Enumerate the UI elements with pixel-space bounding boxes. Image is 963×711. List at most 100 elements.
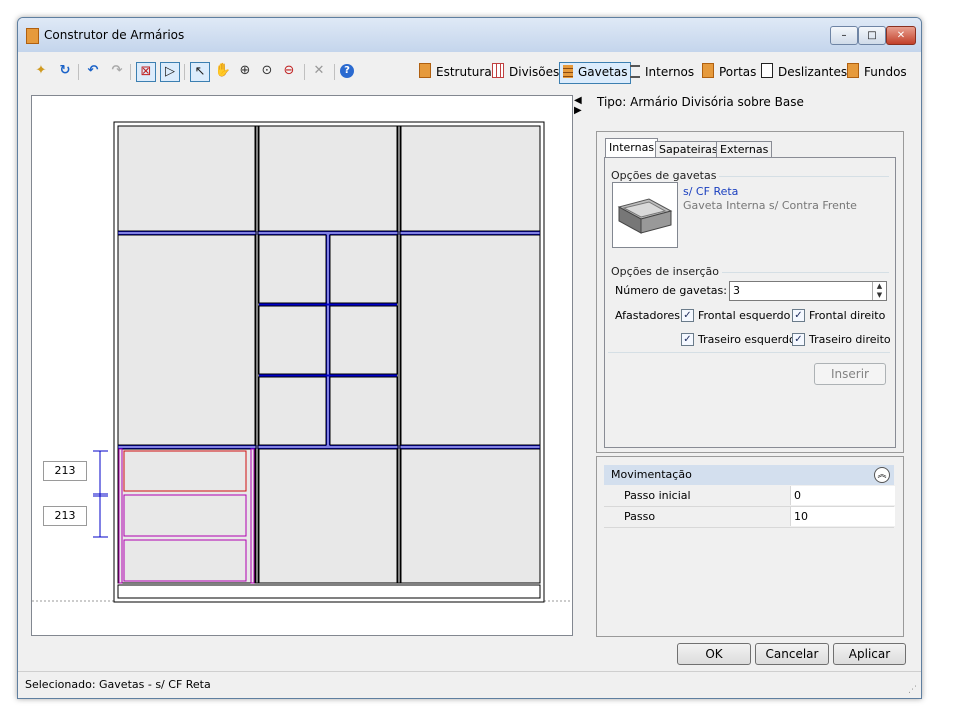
compartment xyxy=(329,305,398,375)
compartment xyxy=(329,234,398,304)
drawer-count-value: 3 xyxy=(733,284,740,297)
compartment xyxy=(400,234,541,446)
drawer-count-stepper[interactable]: 3 ▲ ▼ xyxy=(729,281,887,301)
front-right-label: Frontal direito xyxy=(809,309,886,322)
compartment xyxy=(258,234,327,304)
tab-content: Opções de gavetas s/ CF Reta Gaveta Inte… xyxy=(604,157,896,448)
toolbar-separator xyxy=(304,64,305,80)
compartment xyxy=(258,448,398,584)
ok-button[interactable]: OK xyxy=(677,643,751,665)
new-icon[interactable]: ✦ xyxy=(32,62,50,80)
redo-icon[interactable]: ↷ xyxy=(108,62,126,80)
passo-inicial-field[interactable]: 0 xyxy=(790,486,895,505)
drawer-count-label: Número de gavetas: xyxy=(615,284,727,297)
status-text: Selecionado: Gavetas - s/ CF Reta xyxy=(25,678,211,691)
mode-estrutura[interactable]: Estrutura xyxy=(416,62,495,82)
compartment xyxy=(258,305,327,375)
compartment xyxy=(400,125,541,232)
dimension-label[interactable]: 213 xyxy=(43,506,87,526)
expand-arrow-icon[interactable]: ◀ ▶ xyxy=(574,96,582,116)
zoom-in-icon[interactable]: ⊕ xyxy=(236,62,254,80)
main-window: Construtor de Armários – □ ✕ ✦ ↻ ↶ ↷ ⊠ ▷… xyxy=(17,17,922,699)
rear-left-label: Traseiro esquerdo xyxy=(698,333,796,346)
mode-portas[interactable]: Portas xyxy=(699,62,759,82)
compartment xyxy=(117,234,256,446)
compartment xyxy=(258,376,327,446)
zoom-out-icon[interactable]: ⊖ xyxy=(280,62,298,80)
resize-grip-icon[interactable]: ⋰ xyxy=(908,685,917,695)
divisions-icon xyxy=(492,63,504,78)
reset-icon[interactable]: ↻ xyxy=(56,62,74,80)
movimentacao-header[interactable]: Movimentação ︽ xyxy=(604,465,894,485)
delete-icon[interactable]: ✕ xyxy=(310,62,328,80)
passo-field[interactable]: 10 xyxy=(790,507,895,526)
drawer-selected xyxy=(123,450,247,492)
drawer-thumbnail[interactable] xyxy=(612,182,678,248)
cancel-button[interactable]: Cancelar xyxy=(755,643,829,665)
undo-icon[interactable]: ↶ xyxy=(84,62,102,80)
drawer xyxy=(123,494,247,537)
drawing-canvas[interactable]: 213 213 xyxy=(31,95,573,636)
front-right-checkbox[interactable]: ✓ xyxy=(792,309,805,322)
maximize-button[interactable]: □ xyxy=(858,26,886,45)
rear-left-checkbox[interactable]: ✓ xyxy=(681,333,694,346)
internals-icon xyxy=(630,65,640,78)
property-label: Passo xyxy=(624,510,656,523)
cabinet-base xyxy=(117,584,541,599)
pointer-icon[interactable]: ↖ xyxy=(190,62,210,82)
property-label: Passo inicial xyxy=(624,489,691,502)
spacers-label: Afastadores: xyxy=(615,309,684,322)
mode-label: Divisões xyxy=(509,65,560,79)
movimentacao-panel: Movimentação ︽ Passo inicial 0 Passo 10 xyxy=(596,456,904,637)
collapse-icon[interactable]: ︽ xyxy=(874,467,890,483)
spin-arrows-icon[interactable]: ▲ ▼ xyxy=(872,282,886,300)
cabinet-drawing xyxy=(32,121,572,603)
property-value: 0 xyxy=(794,489,801,502)
compartment xyxy=(117,125,256,232)
close-button[interactable]: ✕ xyxy=(886,26,916,45)
rear-right-label: Traseiro direito xyxy=(809,333,891,346)
tab-sapateiras[interactable]: Sapateiras xyxy=(655,141,722,158)
select-drawer-icon[interactable]: ⊠ xyxy=(136,62,156,82)
tab-internas[interactable]: Internas xyxy=(605,138,659,159)
apply-button[interactable]: Aplicar xyxy=(833,643,906,665)
toolbar-separator xyxy=(334,64,335,80)
mode-gavetas[interactable]: Gavetas xyxy=(559,62,632,84)
drawer xyxy=(123,539,247,582)
sliding-icon xyxy=(761,63,773,78)
toolbar-separator xyxy=(78,64,79,80)
drawer-option-name[interactable]: s/ CF Reta xyxy=(683,185,738,198)
cabinet-type-label: Tipo: Armário Divisória sobre Base xyxy=(597,95,804,109)
compartment xyxy=(329,376,398,446)
mode-deslizantes[interactable]: Deslizantes xyxy=(758,62,850,82)
front-left-label: Frontal esquerdo xyxy=(698,309,791,322)
dimension-label[interactable]: 213 xyxy=(43,461,87,481)
title-bar: Construtor de Armários – □ ✕ xyxy=(18,18,921,52)
pan-icon[interactable]: ✋ xyxy=(214,62,232,80)
mode-fundos[interactable]: Fundos xyxy=(844,62,910,82)
group-border xyxy=(608,352,890,353)
structure-icon xyxy=(419,63,431,78)
mode-label: Estrutura xyxy=(436,65,492,79)
toolbar: ✦ ↻ ↶ ↷ ⊠ ▷ ↖ ✋ ⊕ ⊙ ⊖ ✕ ? Estrutura Divi… xyxy=(18,56,921,88)
rear-right-checkbox[interactable]: ✓ xyxy=(792,333,805,346)
mode-label: Internos xyxy=(645,65,695,79)
mode-divisoes[interactable]: Divisões xyxy=(489,62,562,82)
movimentacao-title: Movimentação xyxy=(611,468,692,481)
group-label: Opções de gavetas xyxy=(611,169,720,182)
mode-internos[interactable]: Internos xyxy=(627,62,697,82)
select-panel-icon[interactable]: ▷ xyxy=(160,62,180,82)
compartment xyxy=(258,125,398,232)
property-row: Passo 10 xyxy=(604,507,895,528)
mode-label: Portas xyxy=(719,65,757,79)
tab-externas[interactable]: Externas xyxy=(716,141,773,158)
insert-button[interactable]: Inserir xyxy=(814,363,886,385)
help-icon[interactable]: ? xyxy=(340,64,354,78)
front-left-checkbox[interactable]: ✓ xyxy=(681,309,694,322)
property-row: Passo inicial 0 xyxy=(604,486,895,507)
minimize-button[interactable]: – xyxy=(830,26,858,45)
toolbar-separator xyxy=(184,64,185,80)
window-title: Construtor de Armários xyxy=(44,28,185,42)
zoom-window-icon[interactable]: ⊙ xyxy=(258,62,276,80)
mode-label: Fundos xyxy=(864,65,907,79)
